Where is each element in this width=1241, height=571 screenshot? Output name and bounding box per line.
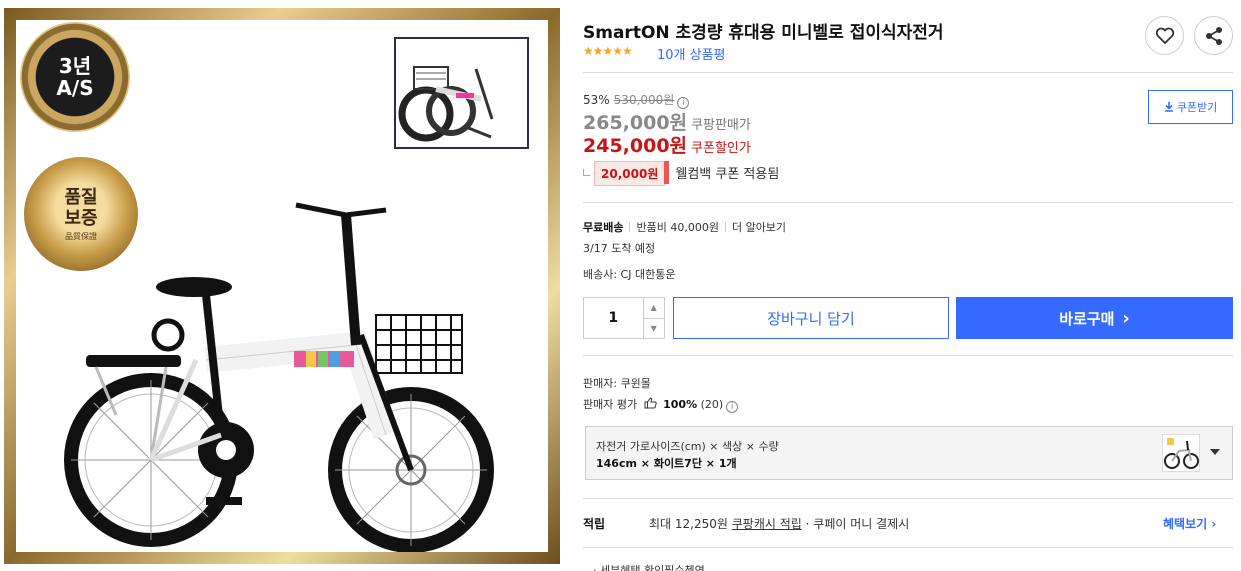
increase-button[interactable]: ▲ [643,298,664,319]
option-value: 146cm × 화이트7단 × 1개 [596,457,737,470]
as-badge-line2: A/S [56,76,94,100]
as-badge-line1: 3년 [58,54,92,78]
buy-now-label: 바로구매 [1059,309,1115,328]
quantity-steps: ▲ ▼ [642,298,664,339]
share-button[interactable] [1194,16,1233,55]
separator [629,222,631,232]
review-count-link[interactable]: 10개 상품평 [657,44,726,63]
option-label: 자전거 가로사이즈(cm) × 색상 × 수량 [596,440,779,453]
option-selector[interactable]: 자전거 가로사이즈(cm) × 색상 × 수량 146cm × 화이트7단 × … [585,426,1233,480]
seller-rating-row: 판매자 평가 100% (20) i [583,396,739,413]
coupon-desc: 웰컴백 쿠폰 적용됨 [675,167,780,182]
original-price: 530,000원 [613,93,675,107]
rating-stars: ★★★★★ [583,44,633,58]
separator [724,222,726,232]
heart-icon [1155,27,1174,44]
option-thumbnail [1162,434,1200,472]
quantity-input[interactable]: 1 [584,298,643,338]
info-icon[interactable]: i [726,401,739,413]
free-shipping: 무료배송 [583,221,624,234]
favorite-button[interactable] [1145,16,1184,55]
delivery-eta: 3/17 도착 예정 [583,242,656,255]
reward-amount: 최대 12,250원 [649,517,728,531]
get-coupon-label: 쿠폰받기 [1176,101,1218,114]
coupon-price-label: 쿠폰할인가 [691,141,751,156]
shipping-row: 무료배송 반품비 40,000원 더 알아보기 [583,219,786,235]
coupon-price-row: 245,000원 쿠폰할인가 [583,131,751,158]
quantity-stepper: 1 ▲ ▼ [583,297,665,339]
download-icon [1164,102,1173,112]
reward-text: 최대 12,250원 쿠팡캐시 적립 · 쿠페이 머니 결제시 [649,515,909,532]
product-image-frame: 3년 A/S 품질 보증 品質保證 [4,8,560,564]
product-title: SmartON 초경량 휴대용 미니벨로 접이식자전거 [583,23,944,43]
add-to-cart-button[interactable]: 장바구니 담기 [673,297,949,339]
seller-rating-count: (20) [700,398,724,411]
reward-label: 적립 [583,517,606,531]
discount-row: 53% 530,000원 i [583,91,690,109]
thumbs-up-icon [644,397,657,409]
divider [583,498,1233,499]
as-warranty-badge: 3년 A/S [20,22,130,132]
chevron-right-icon: › [1122,307,1130,329]
chevron-down-icon [1210,449,1220,455]
divider [583,202,1233,203]
folded-bike-thumbnail [394,37,529,149]
cutoff-text: · 세부혜택 확인필수쳉연 [593,564,705,571]
carrier: 배송사: CJ 대한통운 [583,268,676,281]
seller-name: 판매자: 쿠윈몰 [583,377,651,390]
return-fee: 반품비 40,000원 [636,221,719,234]
seller-rating-value: 100% [663,398,698,411]
divider [583,547,1233,548]
discount-rate: 53% [583,93,610,107]
decrease-button[interactable]: ▼ [644,319,664,339]
divider [583,355,1233,356]
coupon-price: 245,000원 [583,135,688,157]
reward-suffix: · 쿠페이 머니 결제시 [805,517,910,531]
bicycle-illustration [64,202,494,552]
share-icon [1205,26,1222,45]
view-benefits-link[interactable]: 혜택보기 › [1163,515,1216,532]
seller-rating-label: 판매자 평가 [583,398,638,411]
get-coupon-button[interactable]: 쿠폰받기 [1148,90,1233,124]
product-image[interactable]: 3년 A/S 품질 보증 品質保證 [16,20,548,552]
coupon-amount-tag: 20,000원 [594,161,670,186]
shipping-more-link[interactable]: 더 알아보기 [732,221,786,234]
divider [583,72,1233,73]
applied-coupon-row: 20,000원 웰컴백 쿠폰 적용됨 [583,161,779,186]
buy-now-button[interactable]: 바로구매 › [956,297,1233,339]
coupang-cash-link[interactable]: 쿠팡캐시 적립 [732,517,802,531]
corner-mark [583,169,590,176]
